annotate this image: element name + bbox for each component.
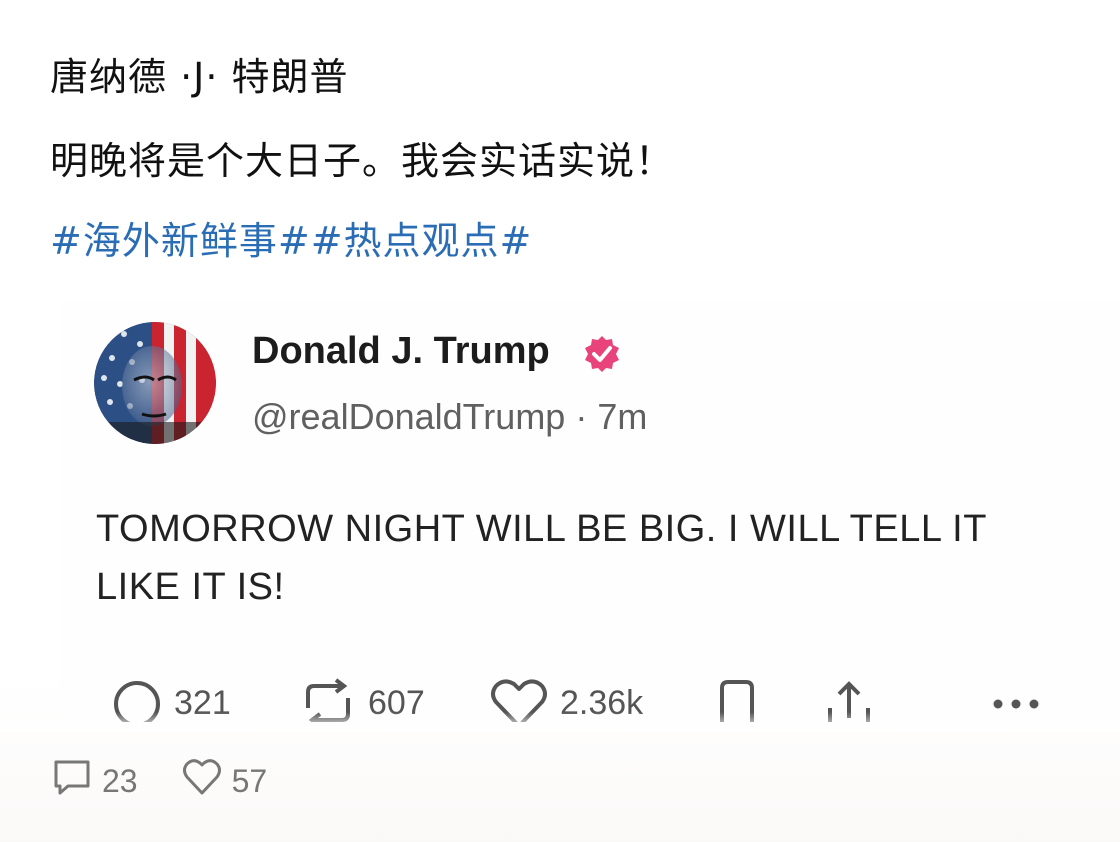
image-edge-fade <box>0 712 1120 732</box>
separator-dot: · <box>565 396 598 437</box>
post-tags: #海外新鲜事##热点观点# <box>50 210 532 265</box>
tweet-display-name[interactable]: Donald J. Trump <box>252 330 550 373</box>
post-footer: 23 57 <box>52 756 311 806</box>
comment-count: 23 <box>102 762 138 799</box>
tweet-handle[interactable]: @realDonaldTrump <box>252 396 565 437</box>
comment-icon <box>52 758 92 804</box>
avatar <box>94 322 216 444</box>
tweet-text-line-2: LIKE IT IS! <box>96 566 285 608</box>
heart-icon <box>182 758 222 804</box>
hashtag-overseas-news[interactable]: #海外新鲜事# <box>50 219 311 263</box>
post-text: 明晚将是个大日子。我会实话实说！ <box>50 139 675 183</box>
tweet-handle-line: @realDonaldTrump · 7m <box>252 396 647 438</box>
post-author-name[interactable]: 唐纳德 ·J· 特朗普 <box>50 46 349 101</box>
comment-button[interactable]: 23 <box>52 758 138 804</box>
weibo-post: 唐纳德 ·J· 特朗普 明晚将是个大日子。我会实话实说！ #海外新鲜事##热点观… <box>0 0 1120 842</box>
verified-badge-icon <box>582 334 622 374</box>
hashtag-hot-views[interactable]: #热点观点# <box>311 219 533 263</box>
tweet-body: TOMORROW NIGHT WILL BE BIG. I WILL TELL … <box>96 500 1096 616</box>
embedded-tweet-image[interactable]: Donald J. Trump @realDonaldTrump · 7m TO… <box>60 300 1120 722</box>
tweet-text-line-1: TOMORROW NIGHT WILL BE BIG. I WILL TELL … <box>96 508 987 550</box>
like-count-footer: 57 <box>231 762 268 799</box>
like-button[interactable]: 57 <box>182 758 268 804</box>
tweet-timestamp: 7m <box>597 396 648 437</box>
